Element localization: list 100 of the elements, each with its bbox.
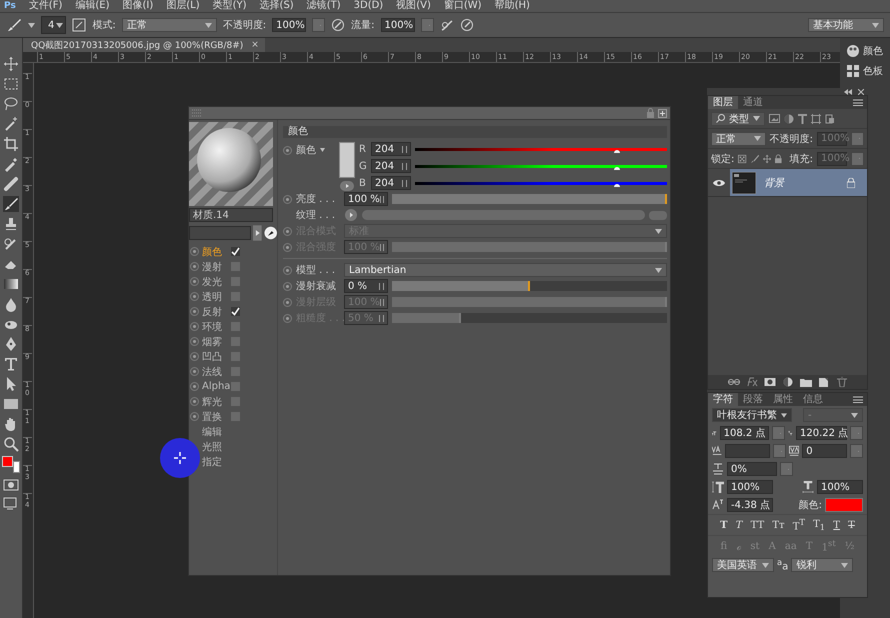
language-dropdown[interactable]: 美国英语 (712, 558, 774, 572)
checkbox[interactable] (231, 322, 240, 331)
grip-icon[interactable] (192, 109, 202, 117)
picker-icon[interactable] (264, 226, 277, 240)
folder-icon[interactable] (800, 377, 812, 387)
checkbox[interactable] (231, 247, 240, 256)
image-filter-icon[interactable] (769, 114, 780, 123)
number-field[interactable]: 204 (371, 176, 411, 190)
channel-item[interactable]: 辉光 (202, 394, 228, 408)
channel-item[interactable]: 透明 (202, 290, 228, 304)
panel-tab[interactable]: 色板 (863, 64, 883, 78)
layer-item[interactable]: 背景 (730, 169, 867, 196)
bandage-icon[interactable] (3, 176, 19, 192)
input-field[interactable] (189, 226, 251, 240)
slider-thumb[interactable] (614, 150, 620, 152)
font-family-dropdown[interactable]: 叶根友行书繁 (712, 408, 792, 422)
expand-icon[interactable] (658, 108, 667, 118)
document-tab[interactable]: QQ截图20170313205006.jpg @ 100%(RGB/8#) × (23, 38, 265, 52)
text-style-button[interactable]: T (848, 520, 855, 530)
stamp-icon[interactable] (3, 216, 19, 232)
menu-item[interactable]: 类型(Y) (212, 0, 247, 12)
kerning-field[interactable] (725, 444, 770, 458)
panel-tab[interactable]: 段落 (738, 393, 768, 406)
drop-icon[interactable] (3, 296, 19, 312)
channel-item[interactable]: 法线 (202, 364, 228, 378)
slider-track[interactable] (392, 242, 667, 252)
gradient-icon[interactable] (3, 276, 19, 292)
menu-item[interactable]: 帮助(H) (494, 0, 530, 12)
menu-item[interactable]: 3D(D) (354, 0, 384, 12)
crop-tool-icon[interactable] (3, 136, 19, 152)
slider-track[interactable] (392, 194, 667, 204)
workspace-dropdown[interactable]: 基本功能 (808, 18, 884, 32)
channel-item[interactable]: 环境 (202, 320, 228, 334)
close-icon[interactable] (858, 88, 864, 94)
mask-icon[interactable] (764, 377, 776, 387)
checkbox[interactable] (231, 382, 240, 391)
menu-icon[interactable] (853, 99, 863, 106)
text-style-button[interactable]: T (736, 520, 742, 530)
checkbox[interactable] (231, 292, 240, 301)
panel-tab[interactable]: 通道 (738, 96, 768, 109)
text-style-button[interactable]: TT (750, 520, 764, 530)
flow-field[interactable]: 100% (380, 18, 414, 32)
quick-mask-icon[interactable] (3, 478, 19, 492)
channel-item[interactable]: 光照 (202, 440, 228, 454)
adjustment-icon[interactable] (782, 377, 794, 387)
tracking-dropdown[interactable] (850, 444, 863, 458)
new-layer-icon[interactable] (818, 377, 830, 387)
adjustment-filter-icon[interactable] (784, 114, 794, 124)
marquee-tool-icon[interactable] (3, 76, 19, 92)
brush-panel-icon[interactable] (72, 18, 86, 32)
pressure-icon[interactable] (331, 18, 346, 32)
antialias-dropdown[interactable]: 锐利 (791, 558, 854, 572)
panel-tab[interactable]: 信息 (798, 393, 828, 406)
play-button-icon[interactable] (252, 225, 262, 241)
color-slider[interactable] (415, 148, 667, 150)
lasso-tool-icon[interactable] (3, 96, 19, 112)
eye-icon[interactable] (713, 178, 725, 186)
slider-handle[interactable] (528, 281, 530, 291)
close-button[interactable]: × (251, 40, 259, 50)
magic-wand-icon[interactable] (3, 116, 19, 132)
checkbox[interactable] (231, 412, 240, 421)
text-style-button[interactable]: T (833, 520, 840, 530)
number-field[interactable]: 100 % (344, 192, 388, 206)
channel-item[interactable]: 颜色 (202, 244, 228, 258)
palette-icon[interactable] (846, 44, 860, 58)
slider-track[interactable] (392, 281, 667, 291)
material-name-field[interactable]: 材质.14 (189, 208, 273, 222)
move-icon[interactable] (762, 154, 772, 164)
checkbox[interactable] (231, 262, 240, 271)
menu-item[interactable]: 滤镜(T) (306, 0, 341, 12)
play-button-icon[interactable] (340, 181, 354, 191)
menu-item[interactable]: 选择(S) (260, 0, 294, 12)
foreground-color-swatch[interactable] (2, 456, 13, 467)
slider-thumb[interactable] (614, 166, 620, 170)
type-tool-icon[interactable] (3, 356, 19, 372)
leading-field[interactable]: 120.22 点 (796, 426, 847, 440)
menu-item[interactable]: 图像(I) (122, 0, 154, 12)
effects-icon[interactable] (746, 377, 758, 387)
link-icon[interactable] (728, 377, 740, 387)
grid-icon[interactable] (846, 64, 860, 78)
horizontal-scale-field[interactable]: 100% (817, 480, 863, 494)
panel-tab[interactable]: 属性 (768, 393, 798, 406)
menu-icon[interactable] (853, 396, 863, 403)
type-filter-icon[interactable] (798, 114, 807, 124)
pressure-size-icon[interactable] (460, 18, 474, 32)
panel-tab[interactable]: 字符 (708, 393, 738, 406)
brush-icon[interactable] (3, 196, 19, 212)
blend-mode-dropdown[interactable]: 正常 (711, 132, 766, 146)
channel-item[interactable]: 置换 (202, 410, 228, 424)
checkbox[interactable] (231, 352, 240, 361)
text-color-swatch[interactable] (825, 498, 863, 512)
lock-pixels-icon[interactable] (738, 154, 747, 164)
tsume-field[interactable]: 0% (727, 462, 777, 476)
brush-size-picker[interactable]: 4 (41, 16, 66, 34)
channel-item[interactable]: Alpha (202, 381, 228, 392)
panel-tab[interactable]: 图层 (708, 96, 738, 109)
dropdown[interactable]: Lambertian (344, 263, 667, 277)
color-swatch[interactable] (339, 142, 355, 178)
channel-item[interactable]: 烟雾 (202, 334, 228, 348)
background-color-swatch[interactable] (13, 461, 20, 473)
